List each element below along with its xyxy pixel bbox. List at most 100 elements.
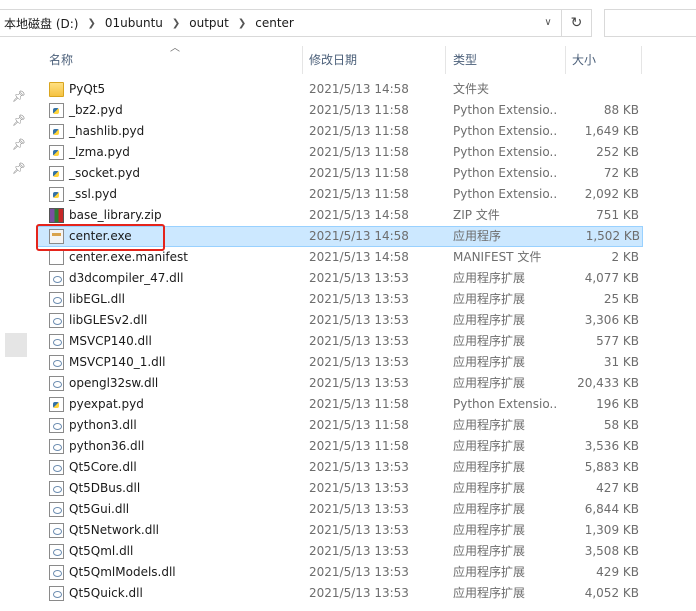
file-row[interactable]: center.exe 2021/5/13 14:58 应用程序 1,502 KB — [36, 226, 643, 247]
file-name: center.exe — [69, 229, 132, 243]
file-date: 2021/5/13 13:53 — [309, 376, 409, 390]
file-size: 429 KB — [596, 565, 639, 579]
file-date: 2021/5/13 11:58 — [309, 439, 409, 453]
file-size: 25 KB — [603, 292, 639, 306]
file-type: 应用程序扩展 — [453, 502, 526, 516]
file-type: Python Extensio... — [453, 397, 557, 411]
file-row[interactable]: Qt5Gui.dll 2021/5/13 13:53 应用程序扩展 6,844 KB — [36, 499, 696, 520]
refresh-button[interactable]: ↻ — [562, 9, 592, 37]
file-row[interactable]: Qt5Qml.dll 2021/5/13 13:53 应用程序扩展 3,508 KB — [36, 541, 696, 562]
navigation-pane-scrollbar[interactable] — [5, 333, 27, 357]
file-row[interactable]: Qt5Quick.dll 2021/5/13 13:53 应用程序扩展 4,052 K… — [36, 583, 696, 604]
chevron-right-icon[interactable]: ❯ — [238, 18, 246, 29]
file-size: 1,309 KB — [584, 523, 639, 537]
chevron-right-icon[interactable]: ❯ — [87, 18, 95, 29]
file-type: ZIP 文件 — [453, 208, 500, 222]
column-size[interactable]: 大小 — [559, 46, 639, 74]
file-row[interactable]: Qt5Network.dll 2021/5/13 13:53 应用程序扩展 1,309… — [36, 520, 696, 541]
file-name: Qt5Quick.dll — [69, 586, 143, 600]
file-date: 2021/5/13 13:53 — [309, 523, 409, 537]
file-type: 文件夹 — [453, 82, 490, 96]
python-file-icon — [49, 166, 64, 181]
file-row[interactable]: python3.dll 2021/5/13 11:58 应用程序扩展 58 KB — [36, 415, 696, 436]
file-row[interactable]: MSVCP140_1.dll 2021/5/13 13:53 应用程序扩展 31 KB — [36, 352, 696, 373]
file-name: Qt5DBus.dll — [69, 481, 141, 495]
file-row[interactable]: Qt5Core.dll 2021/5/13 13:53 应用程序扩展 5,883 KB — [36, 457, 696, 478]
dll-icon — [49, 376, 64, 391]
file-type: Python Extensio... — [453, 145, 557, 159]
file-date: 2021/5/13 11:58 — [309, 187, 409, 201]
breadcrumb-output[interactable]: output — [189, 16, 229, 30]
pin-icon: 📌︎ — [12, 114, 26, 127]
file-size: 196 KB — [596, 397, 639, 411]
file-size: 5,883 KB — [584, 460, 639, 474]
file-row[interactable]: libGLESv2.dll 2021/5/13 13:53 应用程序扩展 3,306 … — [36, 310, 696, 331]
file-name: opengl32sw.dll — [69, 376, 159, 390]
breadcrumb-01ubuntu[interactable]: 01ubuntu — [105, 16, 163, 30]
file-size: 427 KB — [596, 481, 639, 495]
file-row[interactable]: d3dcompiler_47.dll 2021/5/13 13:53 应用程序扩展 4… — [36, 268, 696, 289]
file-size: 252 KB — [596, 145, 639, 159]
file-type: 应用程序扩展 — [453, 544, 526, 558]
file-row[interactable]: _lzma.pyd 2021/5/13 11:58 Python Extensio.… — [36, 142, 696, 163]
file-row[interactable]: pyexpat.pyd 2021/5/13 11:58 Python Extensi… — [36, 394, 696, 415]
file-row[interactable]: opengl32sw.dll 2021/5/13 13:53 应用程序扩展 20,43… — [36, 373, 696, 394]
file-size: 751 KB — [596, 208, 639, 222]
file-row[interactable]: MSVCP140.dll 2021/5/13 13:53 应用程序扩展 577 KB — [36, 331, 696, 352]
address-history-dropdown-icon[interactable]: ∨ — [541, 16, 555, 30]
file-row[interactable]: base_library.zip 2021/5/13 14:58 ZIP 文件 751… — [36, 205, 696, 226]
file-date: 2021/5/13 13:53 — [309, 292, 409, 306]
file-type: Python Extensio... — [453, 187, 557, 201]
vertical-scrollbar[interactable] — [682, 74, 696, 611]
file-row[interactable]: Qt5QmlModels.dll 2021/5/13 13:53 应用程序扩展 429… — [36, 562, 696, 583]
file-date: 2021/5/13 11:58 — [309, 418, 409, 432]
address-bar: 本地磁盘 (D:) ❯ 01ubuntu ❯ output ❯ center ∨… — [0, 0, 696, 46]
file-date: 2021/5/13 13:53 — [309, 565, 409, 579]
file-row[interactable]: _socket.pyd 2021/5/13 11:58 Python Extensi… — [36, 163, 696, 184]
file-row[interactable]: libEGL.dll 2021/5/13 13:53 应用程序扩展 25 KB — [36, 289, 696, 310]
breadcrumb-center[interactable]: center — [255, 16, 294, 30]
file-size: 2 KB — [611, 250, 639, 264]
dll-icon — [49, 586, 64, 601]
dll-icon — [49, 334, 64, 349]
file-name: center.exe.manifest — [69, 250, 188, 264]
file-row[interactable]: PyQt5 2021/5/13 14:58 文件夹 — [36, 79, 696, 100]
search-input[interactable] — [604, 9, 696, 37]
file-date: 2021/5/13 11:58 — [309, 397, 409, 411]
file-type: 应用程序扩展 — [453, 355, 526, 369]
file-row[interactable]: center.exe.manifest 2021/5/13 14:58 MANIFE… — [36, 247, 696, 268]
breadcrumb[interactable]: 本地磁盘 (D:) ❯ 01ubuntu ❯ output ❯ center ∨ — [0, 9, 562, 37]
file-name: _ssl.pyd — [69, 187, 117, 201]
file-date: 2021/5/13 13:53 — [309, 544, 409, 558]
file-row[interactable]: _ssl.pyd 2021/5/13 11:58 Python Extensio..… — [36, 184, 696, 205]
column-type[interactable]: 类型 — [440, 46, 556, 74]
file-row[interactable]: Qt5DBus.dll 2021/5/13 13:53 应用程序扩展 427 KB — [36, 478, 696, 499]
file-type: 应用程序扩展 — [453, 418, 526, 432]
file-size: 20,433 KB — [577, 376, 639, 390]
dll-icon — [49, 565, 64, 580]
file-row[interactable]: _hashlib.pyd 2021/5/13 11:58 Python Extens… — [36, 121, 696, 142]
file-type: 应用程序扩展 — [453, 460, 526, 474]
file-row[interactable]: _bz2.pyd 2021/5/13 11:58 Python Extensio..… — [36, 100, 696, 121]
dll-icon — [49, 439, 64, 454]
breadcrumb-drive[interactable]: 本地磁盘 (D:) — [4, 15, 78, 32]
python-file-icon — [49, 187, 64, 202]
file-date: 2021/5/13 11:58 — [309, 124, 409, 138]
chevron-right-icon[interactable]: ❯ — [172, 18, 180, 29]
column-name[interactable]: 名称 — [36, 46, 303, 74]
file-name: Qt5Core.dll — [69, 460, 137, 474]
file-name: Qt5Gui.dll — [69, 502, 130, 516]
navigation-pane: 📌︎ 📌︎ 📌︎ 📌︎ — [0, 46, 36, 611]
column-divider[interactable] — [641, 46, 642, 74]
file-date: 2021/5/13 14:58 — [309, 229, 409, 243]
file-name: MSVCP140.dll — [69, 334, 152, 348]
file-size: 1,649 KB — [584, 124, 639, 138]
column-date[interactable]: 修改日期 — [296, 46, 440, 74]
file-date: 2021/5/13 14:58 — [309, 82, 409, 96]
file-type: 应用程序扩展 — [453, 481, 526, 495]
file-name: PyQt5 — [69, 82, 106, 96]
refresh-icon: ↻ — [570, 15, 583, 31]
dll-icon — [49, 271, 64, 286]
file-type: Python Extensio... — [453, 103, 557, 117]
file-row[interactable]: python36.dll 2021/5/13 11:58 应用程序扩展 3,536 K… — [36, 436, 696, 457]
